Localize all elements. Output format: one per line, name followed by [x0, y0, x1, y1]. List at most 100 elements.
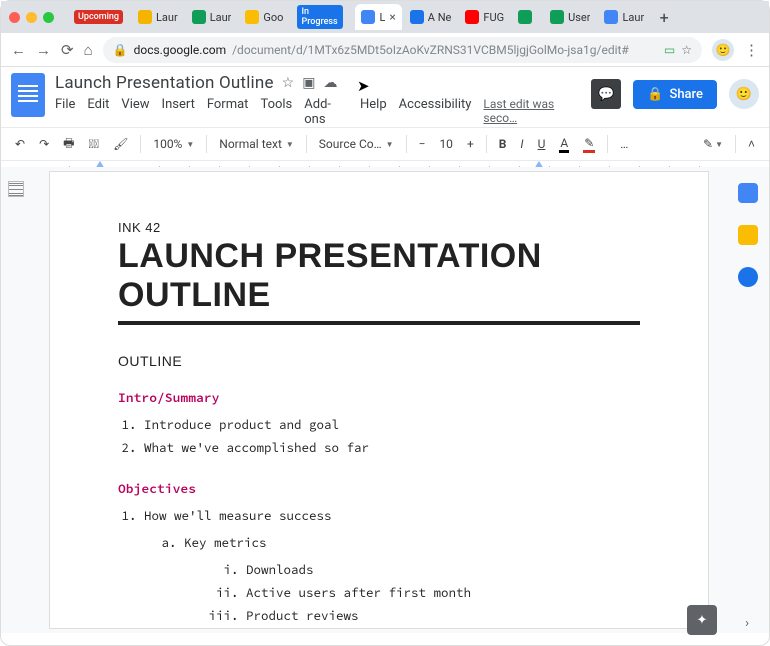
tasks-addon-icon[interactable] — [738, 267, 758, 287]
keep-addon-icon[interactable] — [738, 225, 758, 245]
list-item: Product reviews — [246, 605, 640, 628]
nav-reload-button[interactable]: ⟳ — [61, 41, 74, 59]
paint-format-button[interactable]: 🖌 — [109, 135, 132, 153]
document-outline-toggle[interactable] — [8, 181, 24, 197]
zoom-dropdown[interactable]: 100%▼ — [149, 135, 198, 153]
spellcheck-button[interactable]: Ａ̲ — [84, 135, 103, 153]
tab-favicon-icon — [192, 10, 206, 24]
tab-label: Laur — [156, 11, 178, 24]
new-tab-button[interactable]: + — [654, 8, 674, 27]
lock-icon: 🔒 — [647, 87, 663, 102]
cloud-status-icon[interactable]: ☁ — [323, 75, 337, 91]
window-close-button[interactable] — [9, 12, 20, 23]
browser-tab[interactable]: Goo — [239, 4, 289, 30]
menu-add-ons[interactable]: Add-ons — [304, 97, 348, 127]
star-icon[interactable]: ☆ — [282, 75, 295, 91]
menu-view[interactable]: View — [121, 97, 149, 112]
menu-bar: File Edit View Insert Format Tools Add-ons Help… — [55, 93, 581, 127]
last-edit-link[interactable]: Last edit was seco… — [483, 97, 581, 125]
browser-tab-strip: UpcomingLaurLaurGooIn ProgressL×A NeFUGU… — [1, 1, 769, 33]
tab-favicon-icon — [361, 10, 375, 24]
menu-tools[interactable]: Tools — [260, 97, 292, 112]
print-button[interactable]: 🖶 — [59, 132, 78, 157]
tab-label: FUG — [483, 11, 504, 24]
text-color-button[interactable]: A — [555, 134, 573, 155]
window-maximize-button[interactable] — [43, 12, 54, 23]
browser-tab[interactable]: Laur — [186, 4, 238, 30]
editing-mode-button[interactable]: ✎ ▼ — [699, 135, 727, 153]
font-size-decrease[interactable]: − — [415, 135, 430, 153]
tab-favicon-icon — [518, 10, 532, 24]
undo-button[interactable]: ↶ — [11, 135, 29, 153]
url-path: /document/d/1MTx6z5MDt5oIzAoKvZRNS31VCBM… — [232, 43, 629, 57]
list-item: Introduce product and goal — [144, 414, 640, 437]
browser-tab[interactable]: Laur — [598, 4, 650, 30]
nav-home-button[interactable]: ⌂ — [84, 41, 93, 59]
doc-title-input[interactable]: Launch Presentation Outline — [55, 73, 274, 93]
tab-favicon-icon — [410, 10, 424, 24]
tab-label: L — [379, 11, 385, 24]
browser-tab[interactable]: A Ne — [404, 4, 458, 30]
menu-insert[interactable]: Insert — [162, 97, 195, 112]
docs-account-avatar[interactable]: 🙂 — [729, 79, 759, 109]
list-item: Active users after first month — [246, 582, 640, 605]
doc-subheading: Intro/Summary — [118, 389, 640, 406]
paragraph-style-dropdown[interactable]: Normal text▼ — [215, 135, 298, 153]
calendar-addon-icon[interactable] — [738, 183, 758, 203]
tab-label: User — [568, 11, 590, 24]
tab-favicon-icon — [465, 10, 479, 24]
browser-tab[interactable]: L× — [355, 4, 401, 30]
font-size-input[interactable]: 10 — [435, 135, 457, 153]
nav-back-button[interactable]: ← — [11, 41, 26, 59]
url-host: docs.google.com — [134, 43, 227, 57]
document-page[interactable]: INK 42 LAUNCH PRESENTATION OUTLINE OUTLI… — [49, 171, 709, 629]
italic-button[interactable]: I — [516, 135, 527, 153]
tab-favicon-icon — [604, 10, 618, 24]
browser-tab[interactable]: Laur — [132, 4, 184, 30]
browser-tab[interactable]: Upcoming — [68, 4, 130, 30]
browser-tab[interactable]: In Progress — [291, 4, 353, 30]
redo-button[interactable]: ↷ — [35, 135, 53, 153]
menu-help[interactable]: Help — [360, 97, 387, 112]
browser-tab[interactable]: User — [544, 4, 596, 30]
tab-label: A Ne — [428, 11, 452, 24]
collapse-toolbar-button[interactable]: ˄ — [744, 135, 759, 153]
side-panel — [727, 167, 769, 633]
bold-button[interactable]: B — [495, 135, 511, 153]
nav-forward-button[interactable]: → — [36, 41, 51, 59]
chrome-menu-button[interactable]: ⋮ — [744, 41, 759, 59]
browser-tab[interactable]: FUG — [459, 4, 510, 30]
doc-list: Introduce product and goalWhat we've acc… — [118, 414, 640, 460]
docs-header: Launch Presentation Outline ☆ ▣ ☁ File Ed… — [1, 67, 769, 127]
install-app-icon[interactable]: ▭ — [664, 43, 675, 57]
share-button-label: Share — [669, 87, 703, 102]
doc-main-title: LAUNCH PRESENTATION OUTLINE — [118, 237, 640, 325]
menu-edit[interactable]: Edit — [87, 97, 109, 112]
bookmark-star-icon[interactable]: ☆ — [681, 43, 692, 57]
toolbar-more-button[interactable]: … — [616, 135, 632, 153]
tab-label: Goo — [263, 11, 283, 24]
move-icon[interactable]: ▣ — [302, 75, 315, 91]
tab-close-icon[interactable]: × — [389, 10, 395, 24]
tab-favicon-icon — [138, 10, 152, 24]
tab-favicon-icon — [550, 10, 564, 24]
window-minimize-button[interactable] — [26, 12, 37, 23]
menu-file[interactable]: File — [55, 97, 75, 112]
list-item: Key metrics DownloadsActive users after … — [184, 532, 640, 632]
address-bar[interactable]: 🔒 docs.google.com/document/d/1MTx6z5MDt5… — [103, 37, 702, 63]
share-button[interactable]: 🔒 Share — [633, 80, 717, 109]
tab-pill: In Progress — [297, 5, 343, 29]
underline-button[interactable]: U — [534, 135, 550, 153]
explore-button[interactable]: ✦ — [687, 605, 717, 635]
browser-tab[interactable] — [512, 4, 542, 30]
chrome-profile-avatar[interactable]: 🙂 — [712, 39, 734, 61]
hscroll-right-button[interactable]: › — [745, 616, 749, 631]
highlight-color-button[interactable]: ✎ — [579, 134, 599, 155]
open-comments-button[interactable]: 💬 — [591, 79, 621, 109]
menu-accessibility[interactable]: Accessibility — [399, 97, 472, 112]
menu-format[interactable]: Format — [207, 97, 249, 112]
font-family-dropdown[interactable]: Source Co…▼ — [315, 135, 398, 153]
docs-logo-icon[interactable] — [11, 73, 45, 117]
font-size-increase[interactable]: + — [463, 135, 478, 153]
address-bar-row: ← → ⟳ ⌂ 🔒 docs.google.com/document/d/1MT… — [1, 33, 769, 67]
